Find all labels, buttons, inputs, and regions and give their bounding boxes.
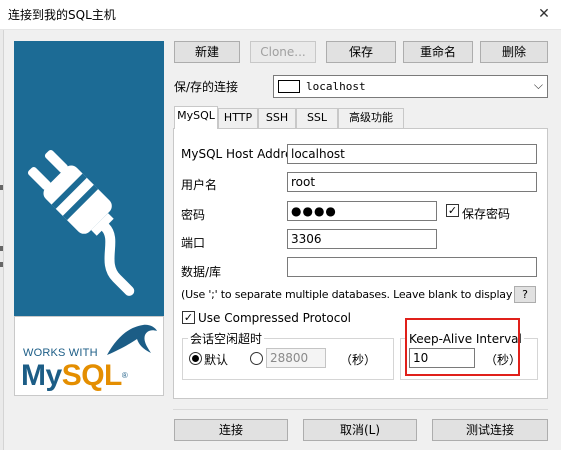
database-hint: (Use ';' to separate multiple databases.…: [181, 288, 532, 301]
test-connection-button[interactable]: 测试连接: [432, 419, 548, 441]
edge-mark: [0, 185, 3, 190]
window-title: 连接到我的SQL主机: [8, 8, 116, 22]
cancel-button[interactable]: 取消(L): [303, 419, 417, 441]
clone-button[interactable]: Clone...: [250, 41, 316, 63]
database-input[interactable]: [287, 257, 537, 277]
password-label: 密码: [181, 208, 206, 222]
works-with-text: WORKS WITH: [23, 347, 98, 359]
compressed-protocol-label: Use Compressed Protocol: [198, 311, 351, 325]
new-button[interactable]: 新建: [174, 41, 240, 63]
timeout-custom-input[interactable]: 28800: [266, 348, 326, 368]
timeout-default-label: 默认: [204, 353, 229, 367]
timeout-custom-radio[interactable]: [250, 352, 263, 365]
tab-advanced[interactable]: 高级功能: [338, 108, 404, 128]
footer-separator: [173, 409, 548, 410]
plug-logo-panel: [14, 41, 164, 316]
edge-mark: [0, 246, 3, 251]
user-input[interactable]: root: [287, 172, 537, 192]
timeout-unit: （秒）: [340, 353, 377, 367]
left-edge: [0, 30, 4, 450]
port-label: 端口: [181, 236, 206, 250]
color-swatch: [278, 80, 300, 93]
save-password-checkbox[interactable]: ✓: [446, 204, 459, 217]
saved-connection-value: localhost: [306, 80, 366, 93]
password-input[interactable]: ●●●●: [287, 201, 437, 221]
database-label: 数据/库: [181, 265, 222, 279]
plug-icon: [27, 149, 135, 296]
saved-connection-select[interactable]: localhost ⌵: [273, 75, 548, 98]
user-label: 用户名: [181, 178, 218, 192]
save-password-label: 保存密码: [462, 207, 511, 221]
edge-mark: [0, 262, 3, 267]
compressed-protocol-checkbox[interactable]: ✓: [182, 311, 195, 324]
save-button[interactable]: 保存: [326, 41, 396, 63]
tab-mysql[interactable]: MySQL: [174, 106, 218, 129]
port-input[interactable]: 3306: [287, 229, 437, 249]
delete-button[interactable]: 删除: [480, 41, 548, 63]
tab-http[interactable]: HTTP: [218, 108, 258, 128]
host-input[interactable]: localhost: [287, 144, 537, 164]
close-icon[interactable]: ✕: [531, 2, 557, 26]
session-timeout-legend: 会话空闲超时: [188, 330, 265, 347]
title-bar: 连接到我的SQL主机 ✕: [0, 0, 561, 30]
tab-ssh[interactable]: SSH: [258, 108, 296, 128]
saved-connection-label: 保/存的连接: [174, 80, 239, 94]
tab-ssl[interactable]: SSL: [296, 108, 338, 128]
dolphin-icon: [107, 324, 157, 355]
mysql-wordmark: MySQL®: [21, 359, 128, 392]
highlight-box: [405, 318, 520, 376]
rename-button[interactable]: 重命名: [403, 41, 473, 63]
connect-button[interactable]: 连接: [174, 419, 288, 441]
help-button[interactable]: ?: [514, 286, 536, 303]
works-with-mysql-logo: WORKS WITH MySQL®: [14, 316, 164, 396]
chevron-down-icon: ⌵: [533, 78, 543, 92]
timeout-default-radio[interactable]: [189, 352, 202, 365]
